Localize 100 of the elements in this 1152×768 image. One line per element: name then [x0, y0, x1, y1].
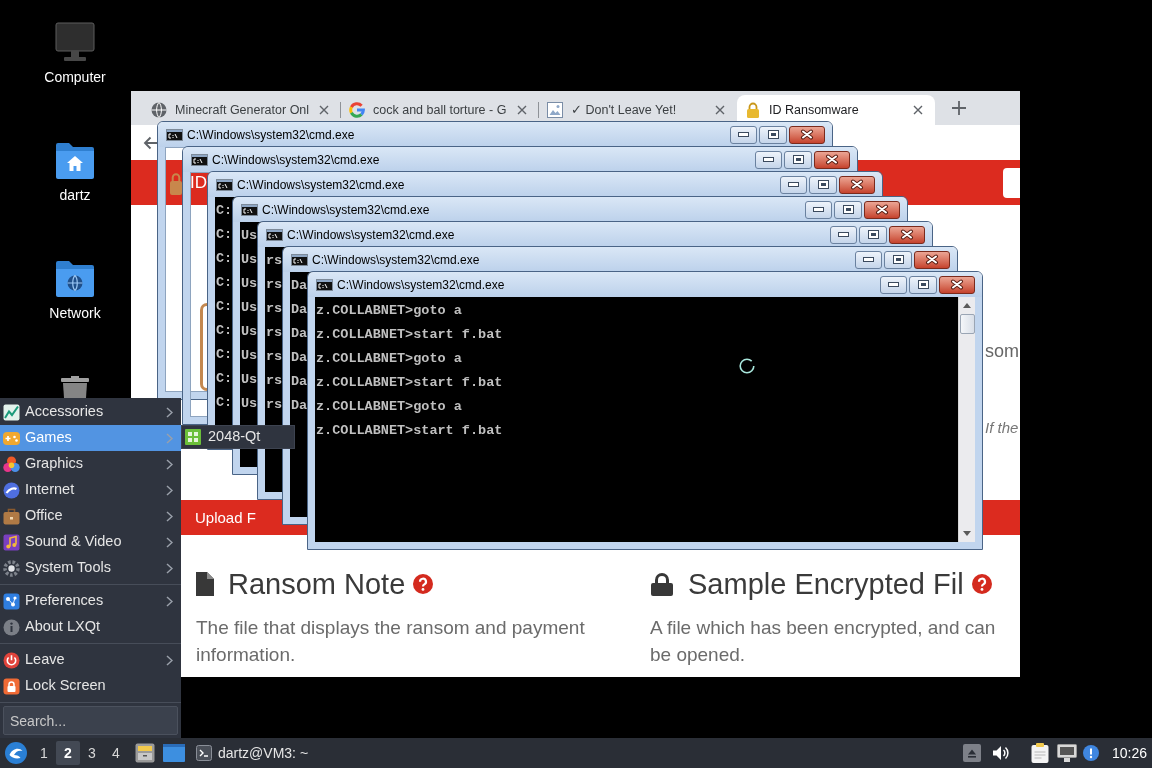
minimize-button[interactable] — [730, 125, 757, 144]
maximize-icon[interactable] — [817, 180, 829, 189]
menu-item[interactable]: Graphics — [0, 451, 181, 477]
close-button[interactable] — [789, 125, 825, 144]
minimize-icon[interactable] — [888, 282, 899, 287]
browser-tab[interactable]: ID Ransomware — [737, 95, 935, 125]
browser-tab[interactable]: ✓ Don't Leave Yet! — [539, 95, 737, 125]
minimize-button[interactable] — [805, 200, 832, 219]
scroll-down-icon[interactable] — [963, 531, 971, 536]
home-folder-icon[interactable] — [55, 140, 95, 180]
logo-icon[interactable] — [5, 742, 27, 764]
scrollbar[interactable] — [958, 297, 975, 542]
icon-label[interactable]: Computer — [44, 68, 106, 86]
minimize-button[interactable] — [755, 150, 782, 169]
maximize-button[interactable] — [809, 175, 837, 194]
search-field[interactable]: Search... — [3, 706, 178, 735]
menu-item[interactable]: Sound & Video — [0, 529, 181, 555]
console-line: C: — [216, 394, 233, 412]
maximize-button[interactable] — [909, 275, 937, 294]
menu-item[interactable]: Preferences — [0, 588, 181, 614]
minimize-icon[interactable] — [788, 182, 799, 187]
minimize-icon[interactable] — [813, 207, 824, 212]
maximize-button[interactable] — [859, 225, 887, 244]
menu-item[interactable]: System Tools — [0, 555, 181, 581]
plus-icon[interactable] — [952, 101, 966, 115]
desktop-button[interactable]: 1 — [32, 741, 56, 765]
close-button[interactable] — [814, 150, 850, 169]
close-icon[interactable] — [950, 279, 964, 290]
browser-tab[interactable]: Minecraft Generator Onl — [143, 95, 341, 125]
desktop-button[interactable]: 4 — [104, 741, 128, 765]
notification-icon[interactable] — [1082, 745, 1099, 761]
console-line: Da — [291, 397, 308, 415]
close-button[interactable] — [839, 175, 875, 194]
close-button[interactable] — [864, 200, 900, 219]
minimize-icon[interactable] — [763, 157, 774, 162]
volume-icon[interactable] — [992, 745, 1009, 761]
close-icon[interactable] — [825, 154, 839, 165]
maximize-button[interactable] — [759, 125, 787, 144]
close-icon[interactable] — [850, 179, 864, 190]
menu-item[interactable]: 2048-Qt — [182, 426, 294, 448]
text-fragment: som — [985, 340, 1019, 362]
console-line: Us — [241, 275, 258, 293]
text-fragment: If the — [985, 418, 1019, 438]
header-button[interactable] — [1003, 167, 1020, 198]
maximize-button[interactable] — [784, 150, 812, 169]
console-line: Us — [241, 323, 258, 341]
close-icon[interactable] — [925, 254, 939, 265]
window-title: C:\Windows\system32\cmd.exe — [237, 176, 405, 193]
clipboard-icon[interactable] — [1030, 743, 1049, 763]
minimize-button[interactable] — [880, 275, 907, 294]
menu-item[interactable]: Accessories — [0, 399, 181, 425]
console-line: C: — [216, 370, 233, 388]
close-button[interactable] — [889, 225, 925, 244]
maximize-icon[interactable] — [767, 130, 779, 139]
file-drawer-icon[interactable] — [135, 743, 155, 763]
chevron-right-icon — [166, 510, 173, 522]
game-tile-icon — [185, 429, 201, 445]
back-icon[interactable] — [143, 135, 157, 150]
close-icon[interactable] — [913, 105, 923, 115]
minimize-icon[interactable] — [838, 232, 849, 237]
minimize-button[interactable] — [830, 225, 857, 244]
maximize-icon[interactable] — [892, 255, 904, 264]
monitor-icon[interactable] — [1056, 744, 1077, 762]
minimize-icon[interactable] — [863, 257, 874, 262]
maximize-button[interactable] — [884, 250, 912, 269]
menu-item[interactable]: Office — [0, 503, 181, 529]
browser-tab[interactable]: cock and ball torture - G — [341, 95, 539, 125]
close-icon[interactable] — [800, 129, 814, 140]
power-icon — [3, 651, 20, 669]
clock[interactable]: 10:26 — [1111, 742, 1147, 764]
menu-item[interactable]: Leave — [0, 647, 181, 673]
maximize-icon[interactable] — [842, 205, 854, 214]
console-line: rs — [266, 324, 283, 342]
help-icon[interactable] — [971, 574, 992, 594]
taskbar-task[interactable]: dartz@VM3: ~ — [194, 740, 311, 766]
minimize-icon[interactable] — [738, 132, 749, 137]
scroll-up-icon[interactable] — [963, 303, 971, 308]
console-line: z.COLLABNET>goto a — [316, 302, 462, 320]
icon-label[interactable]: Network — [49, 304, 101, 322]
maximize-icon[interactable] — [867, 230, 879, 239]
console-line: rs — [266, 372, 283, 390]
maximize-icon[interactable] — [792, 155, 804, 164]
close-button[interactable] — [939, 275, 975, 294]
scroll-thumb[interactable] — [959, 314, 975, 334]
minimize-button[interactable] — [855, 250, 882, 269]
icon-label[interactable]: dartz — [59, 186, 91, 204]
menu-item[interactable]: Internet — [0, 477, 181, 503]
desktop-button[interactable]: 3 — [80, 741, 104, 765]
minimize-button[interactable] — [780, 175, 807, 194]
chevron-right-icon — [166, 458, 173, 470]
close-button[interactable] — [914, 250, 950, 269]
close-icon[interactable] — [875, 204, 889, 215]
help-icon[interactable] — [413, 574, 434, 594]
globe-folder-icon[interactable] — [55, 258, 95, 298]
maximize-button[interactable] — [834, 200, 862, 219]
desktop-button[interactable]: 2 — [56, 741, 80, 765]
maximize-icon[interactable] — [917, 280, 929, 289]
menu-item[interactable]: About LXQt — [0, 614, 181, 640]
menu-item[interactable]: Lock Screen — [0, 673, 181, 699]
close-icon[interactable] — [900, 229, 914, 240]
